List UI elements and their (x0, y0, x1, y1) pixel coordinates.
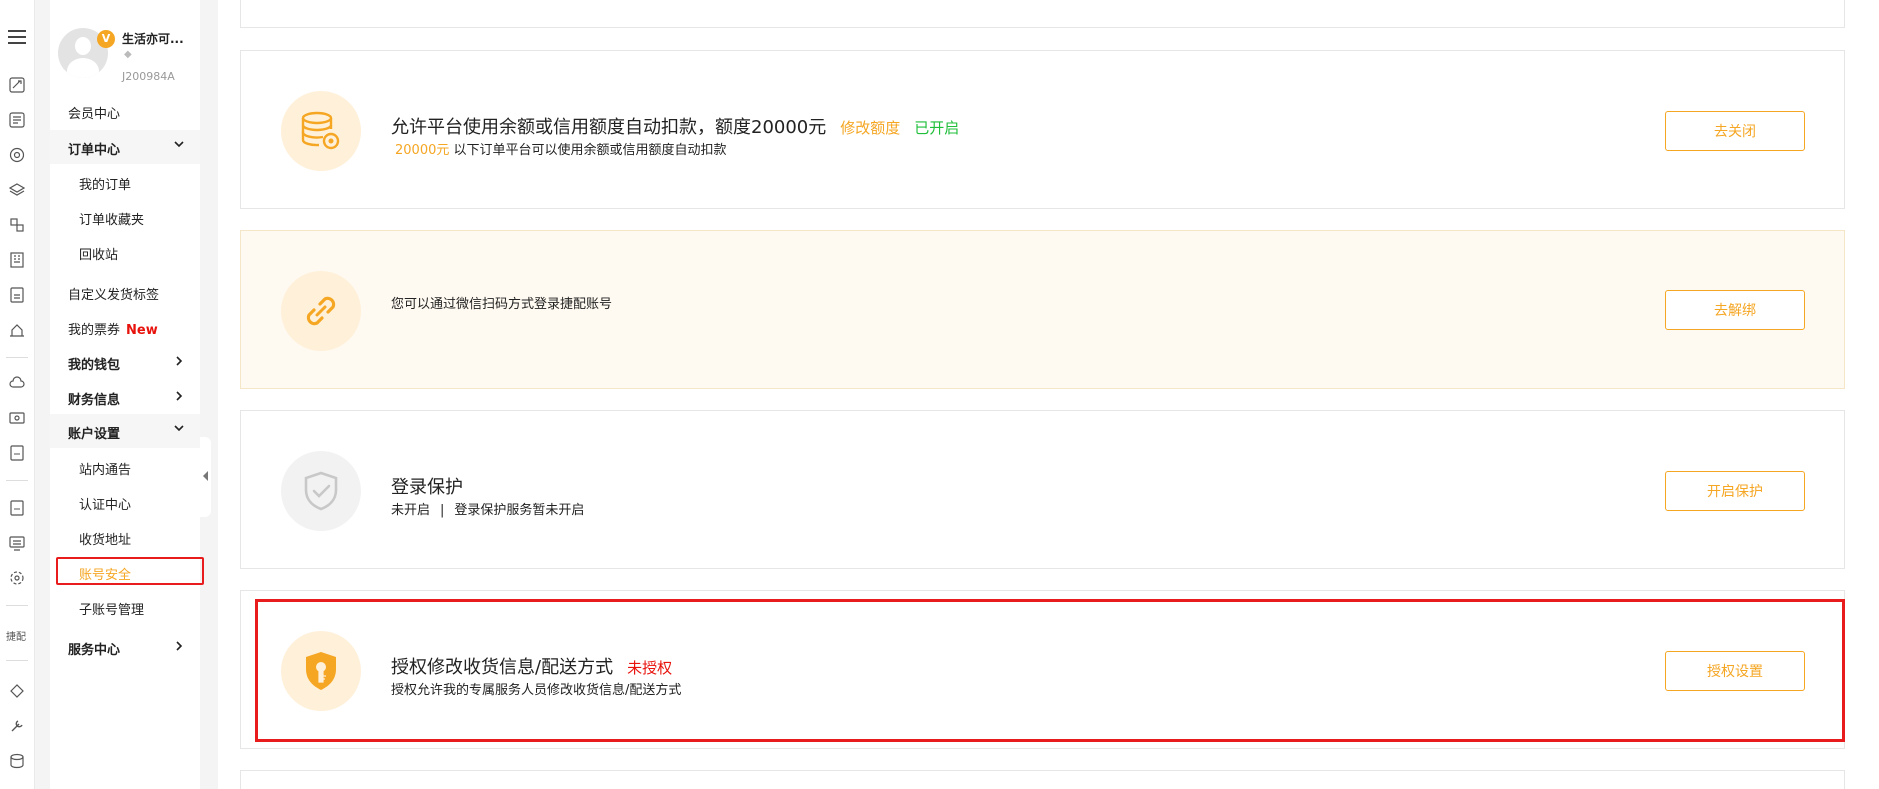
sidebar-item-account-security[interactable]: 账号安全 (79, 564, 131, 583)
card-auto-deduct: 允许平台使用余额或信用额度自动扣款，额度20000元 修改额度 已开启 20000元… (240, 50, 1845, 209)
new-badge: New (126, 323, 158, 338)
card-login-protect: 登录保护 未开启 | 登录保护服务暂未开启 开启保护 (240, 410, 1845, 569)
sidebar-item-member-center[interactable]: 会员中心 (68, 103, 120, 122)
unbind-wechat-button[interactable]: 去解绑 (1665, 290, 1805, 330)
sidebar-item-finance-info[interactable]: 财务信息 (68, 389, 183, 408)
database-icon[interactable] (9, 753, 25, 769)
card-subtitle: 未开启 | 登录保护服务暂未开启 (391, 499, 584, 518)
limit-amount: 20000元 (395, 143, 450, 158)
tag-icon[interactable] (9, 683, 25, 699)
sidebar-item-label: 服务中心 (68, 643, 121, 658)
hamburger-menu-icon[interactable] (8, 30, 26, 44)
sidebar-group-order-center[interactable]: 订单中心 (50, 130, 200, 164)
database-gear-icon-circle (281, 91, 361, 171)
components-icon[interactable] (9, 217, 25, 233)
wrench-icon[interactable] (9, 718, 25, 734)
sidebar-item-my-wallet[interactable]: 我的钱包 (68, 354, 183, 373)
chevron-down-icon (174, 425, 184, 432)
sidebar-item-cert-center[interactable]: 认证中心 (79, 494, 131, 513)
close-auto-deduct-button[interactable]: 去关闭 (1665, 111, 1805, 151)
chevron-right-icon (176, 391, 183, 401)
diamond-icon: ◆ (124, 49, 132, 60)
login-protect-status: 未开启 (391, 503, 431, 518)
sidebar-item-recycle-bin[interactable]: 回收站 (79, 244, 118, 263)
card-subtitle: 20000元 以下订单平台可以使用余额或信用额度自动扣款 (395, 139, 727, 158)
sidebar-group-label: 订单中心 (68, 143, 121, 158)
sidebar-group-label: 账户设置 (68, 427, 121, 442)
card-title: 允许平台使用余额或信用额度自动扣款，额度20000元 修改额度 已开启 (391, 113, 959, 139)
sidebar-item-label: 我的钱包 (68, 358, 121, 373)
auto-deduct-desc: 以下订单平台可以使用余额或信用额度自动扣款 (453, 143, 727, 158)
subtitle-separator: | (440, 503, 445, 518)
factory-icon[interactable] (9, 322, 25, 338)
sidebar-item-custom-label[interactable]: 自定义发货标签 (68, 284, 159, 303)
shield-icon-circle (281, 451, 361, 531)
sidebar-group-account-settings[interactable]: 账户设置 (50, 414, 200, 448)
login-protect-title: 登录保护 (391, 477, 463, 498)
sidebar-item-shipping-address[interactable]: 收货地址 (79, 529, 131, 548)
sidebar-item-service-center[interactable]: 服务中心 (68, 639, 183, 658)
layers-icon[interactable] (9, 182, 25, 198)
collapse-arrow-icon (203, 471, 208, 481)
database-gear-icon (301, 111, 340, 150)
gear-icon[interactable] (9, 570, 25, 586)
modify-limit-link[interactable]: 修改额度 (840, 119, 900, 137)
enable-protect-button[interactable]: 开启保护 (1665, 471, 1805, 511)
card-previous-partial (240, 0, 1845, 28)
sidebar-item-my-orders[interactable]: 我的订单 (79, 174, 131, 193)
card-wechat-binding: 您可以通过微信扫码方式登录捷配账号 去解绑 (240, 230, 1845, 389)
rail-divider (6, 357, 28, 358)
chevron-down-icon (174, 141, 184, 148)
account-sidebar: V 生活亦可... ◆ J200984A 会员中心 订单中心 我的订单 订单收藏… (50, 0, 204, 789)
sidebar-collapse-handle[interactable] (200, 437, 211, 517)
status-badge: 已开启 (914, 119, 960, 137)
auto-deduct-title: 允许平台使用余额或信用额度自动扣款，额度20000元 (391, 117, 827, 138)
tools-icon[interactable] (9, 77, 25, 93)
pdf-icon[interactable] (9, 445, 25, 461)
link-icon (306, 296, 336, 326)
rail-divider (6, 480, 28, 481)
user-id: J200984A (122, 70, 175, 83)
cloud-icon[interactable] (9, 375, 25, 391)
sidebar-item-label: 我的票券 (68, 323, 121, 338)
building-icon[interactable] (9, 252, 25, 268)
sidebar-item-label: 财务信息 (68, 393, 121, 408)
chip-icon[interactable] (9, 147, 25, 163)
sidebar-item-my-tickets[interactable]: 我的票券 New (68, 319, 158, 338)
login-protect-desc: 登录保护服务暂未开启 (454, 503, 585, 518)
user-name: 生活亦可... (122, 32, 184, 46)
shield-check-icon (304, 471, 338, 511)
icon-rail: 捷配 (0, 0, 35, 789)
authorize-card-highlight (255, 599, 1845, 742)
document-icon[interactable] (9, 287, 25, 303)
rail-divider (6, 660, 28, 661)
sidebar-item-notices[interactable]: 站内通告 (79, 459, 131, 478)
sidebar-item-order-favorites[interactable]: 订单收藏夹 (79, 209, 144, 228)
link-icon-circle (281, 271, 361, 351)
chevron-right-icon (176, 641, 183, 651)
card-next-partial (240, 770, 1845, 789)
list-icon[interactable] (9, 112, 25, 128)
chevron-right-icon (176, 356, 183, 366)
rail-jiepei-label[interactable]: 捷配 (6, 628, 26, 643)
pdf-file-icon[interactable] (9, 500, 25, 516)
card-icon[interactable] (9, 410, 25, 426)
monitor-icon[interactable] (9, 535, 25, 551)
app-root: 捷配 V 生活亦可... ◆ J200984A 会员中心 订单中心 我的订单 订… (0, 0, 1879, 789)
vip-badge: V (97, 30, 115, 48)
wechat-desc: 您可以通过微信扫码方式登录捷配账号 (391, 297, 613, 312)
sidebar-item-sub-accounts[interactable]: 子账号管理 (79, 599, 144, 618)
rail-divider (6, 605, 28, 606)
